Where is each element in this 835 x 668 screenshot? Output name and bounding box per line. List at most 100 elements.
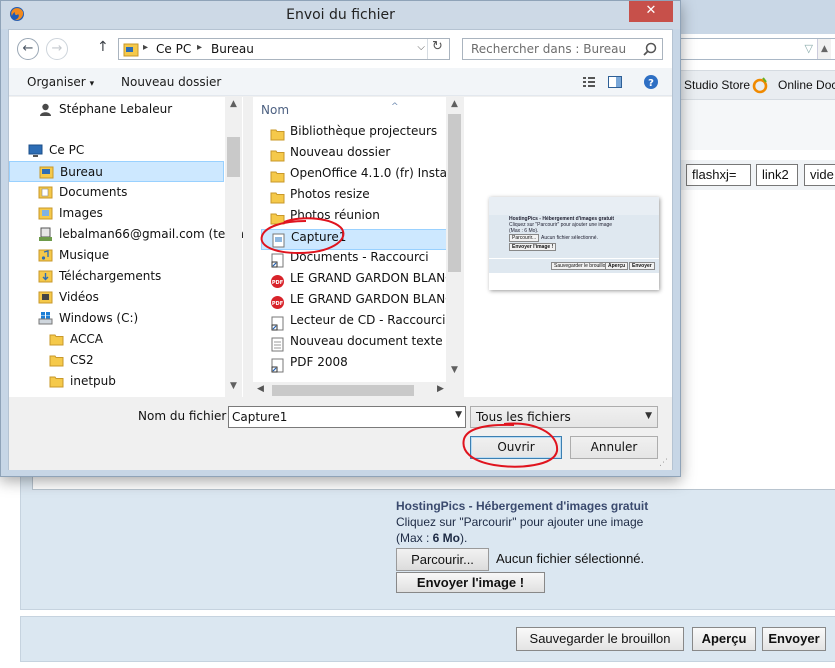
forward-button[interactable]: → — [46, 38, 68, 60]
scroll-up-icon[interactable]: ▲ — [446, 99, 463, 109]
format-button-flashxj[interactable]: flashxj= — [686, 164, 751, 186]
preview-pane-icon[interactable] — [607, 74, 623, 90]
scroll-left-icon[interactable]: ◀ — [257, 384, 264, 394]
browser-url-bar[interactable]: ▽ ▲ — [676, 38, 835, 60]
shortcut-icon — [271, 358, 284, 373]
navigation-scrollbar[interactable]: ▲ ▼ — [225, 97, 242, 397]
svg-text:?: ? — [648, 78, 654, 89]
nav-label: ACCA — [70, 332, 103, 346]
file-item[interactable]: Capture1 — [261, 229, 458, 250]
bookmark-studio-store[interactable]: Studio Store — [684, 78, 750, 92]
address-dropdown-icon[interactable]: ⌵ — [417, 42, 425, 53]
nav-item-downloads[interactable]: Téléchargements — [9, 266, 224, 287]
folder-icon — [270, 213, 285, 225]
back-button[interactable]: ← — [17, 38, 39, 60]
search-icon[interactable] — [642, 41, 658, 57]
filename-label: Nom du fichier : — [138, 409, 235, 423]
bookmark-online-doc[interactable]: Online Doc — [778, 78, 835, 92]
address-bar[interactable]: ▸ Ce PC ▸ Bureau ⌵ ↻ — [118, 38, 450, 60]
svg-text:PDF: PDF — [272, 301, 283, 307]
nav-item-this-pc[interactable]: Ce PC — [9, 140, 224, 161]
message-editor[interactable] — [676, 190, 835, 490]
folder-icon — [49, 334, 64, 346]
new-folder-button[interactable]: Nouveau dossier — [121, 75, 221, 89]
desktop-folder-icon — [39, 166, 54, 179]
browse-button[interactable]: Parcourir... — [396, 548, 489, 571]
format-button-video[interactable]: vide — [804, 164, 835, 186]
dialog-footer: Nom du fichier : Capture1 ▼ Tous les fic… — [9, 399, 672, 470]
scroll-down-icon[interactable]: ▼ — [225, 381, 242, 391]
organize-label: Organiser — [27, 75, 86, 89]
image-file-icon — [272, 233, 285, 248]
refresh-icon[interactable]: ↻ — [427, 39, 447, 59]
online-doc-icon — [752, 77, 768, 94]
search-input[interactable]: Rechercher dans : Bureau — [462, 38, 663, 60]
svg-text:PDF: PDF — [272, 280, 283, 286]
url-dropdown-icon[interactable]: ▽ — [805, 42, 813, 55]
hostingpics-title: HostingPics - Hébergement d'images gratu… — [396, 499, 649, 513]
preview-button[interactable]: Aperçu — [692, 627, 756, 651]
file-item[interactable]: OpenOffice 4.1.0 (fr) Installatio — [261, 166, 458, 187]
nav-item-desktop[interactable]: Bureau — [9, 161, 224, 182]
file-name: LE GRAND GARDON BLANC 14 — [290, 292, 458, 306]
help-icon[interactable]: ? — [643, 74, 659, 90]
pdf-icon: PDF — [271, 275, 284, 288]
close-button[interactable]: ✕ — [629, 1, 673, 22]
file-item[interactable]: PDF LE GRAND GARDON BLANC 14 — [261, 271, 458, 292]
up-button[interactable]: ↑ — [97, 39, 109, 55]
file-item[interactable]: Photos réunion — [261, 208, 458, 229]
send-image-button[interactable]: Envoyer l'image ! — [396, 572, 545, 593]
file-item[interactable]: PDF LE GRAND GARDON BLANC 14 — [261, 292, 458, 313]
nav-item-documents[interactable]: Documents — [9, 182, 224, 203]
scroll-up-icon[interactable]: ▲ — [225, 99, 242, 109]
address-segment-this-pc[interactable]: Ce PC — [156, 42, 191, 56]
file-name: Documents - Raccourci — [290, 250, 429, 264]
scroll-right-icon[interactable]: ▶ — [437, 384, 444, 394]
file-list-scrollbar[interactable]: ▲ ▼ — [446, 97, 463, 382]
file-item[interactable]: Bibliothèque projecteurs — [261, 124, 458, 145]
url-scroll-icon[interactable]: ▲ — [817, 39, 831, 59]
save-draft-button[interactable]: Sauvegarder le brouillon — [516, 627, 684, 651]
cancel-button[interactable]: Annuler — [570, 436, 658, 459]
open-button[interactable]: Ouvrir — [470, 436, 562, 459]
format-button-link2[interactable]: link2 — [756, 164, 798, 186]
nav-item-acca[interactable]: ACCA — [9, 329, 224, 350]
file-item[interactable]: Photos resize — [261, 187, 458, 208]
resize-grip-icon[interactable]: ⋰ — [659, 458, 668, 468]
address-segment-desktop[interactable]: Bureau — [211, 42, 254, 56]
file-item[interactable]: Documents - Raccourci — [261, 250, 458, 271]
submit-button[interactable]: Envoyer — [762, 627, 826, 651]
nav-item-windows-drive[interactable]: Windows (C:) — [9, 308, 224, 329]
file-item[interactable]: Lecteur de CD - Raccourci — [261, 313, 458, 334]
file-type-select[interactable]: Tous les fichiers ▼ — [470, 406, 658, 428]
nav-item-music[interactable]: Musique — [9, 245, 224, 266]
file-item[interactable]: PDF 2008 — [261, 355, 458, 376]
network-drive-icon — [39, 227, 52, 241]
chevron-down-icon: ▾ — [89, 79, 95, 89]
nav-item-inetpub[interactable]: inetpub — [9, 371, 224, 392]
dialog-titlebar[interactable]: Envoi du fichier ✕ — [1, 1, 680, 29]
organize-menu[interactable]: Organiser ▾ — [27, 75, 94, 89]
file-item[interactable]: Nouveau document texte — [261, 334, 458, 355]
column-header-label: Nom — [261, 103, 290, 117]
sort-ascending-icon: ^ — [391, 102, 399, 112]
scroll-thumb[interactable] — [227, 137, 240, 177]
chevron-down-icon[interactable]: ▼ — [455, 410, 462, 420]
file-list-hscrollbar[interactable]: ◀ ▶ — [253, 382, 458, 399]
nav-item-user[interactable]: Stéphane Lebaleur — [9, 99, 224, 120]
filename-input[interactable]: Capture1 ▼ — [228, 406, 466, 428]
scroll-thumb[interactable] — [448, 114, 461, 272]
nav-item-pictures[interactable]: Images — [9, 203, 224, 224]
file-item[interactable]: Nouveau dossier — [261, 145, 458, 166]
scroll-thumb[interactable] — [272, 385, 414, 396]
nav-item-videos[interactable]: Vidéos — [9, 287, 224, 308]
view-options-icon[interactable] — [581, 74, 597, 90]
nav-item-cs2[interactable]: CS2 — [9, 350, 224, 371]
nav-label: Ce PC — [49, 143, 85, 157]
text-file-icon — [271, 337, 284, 352]
column-header-name[interactable]: Nom ^ — [261, 102, 399, 117]
file-name: Lecteur de CD - Raccourci — [290, 313, 446, 327]
scroll-down-icon[interactable]: ▼ — [446, 365, 463, 375]
nav-item-network-account[interactable]: lebalman66@gmail.com (tekma — [9, 224, 243, 245]
user-icon — [40, 103, 51, 116]
